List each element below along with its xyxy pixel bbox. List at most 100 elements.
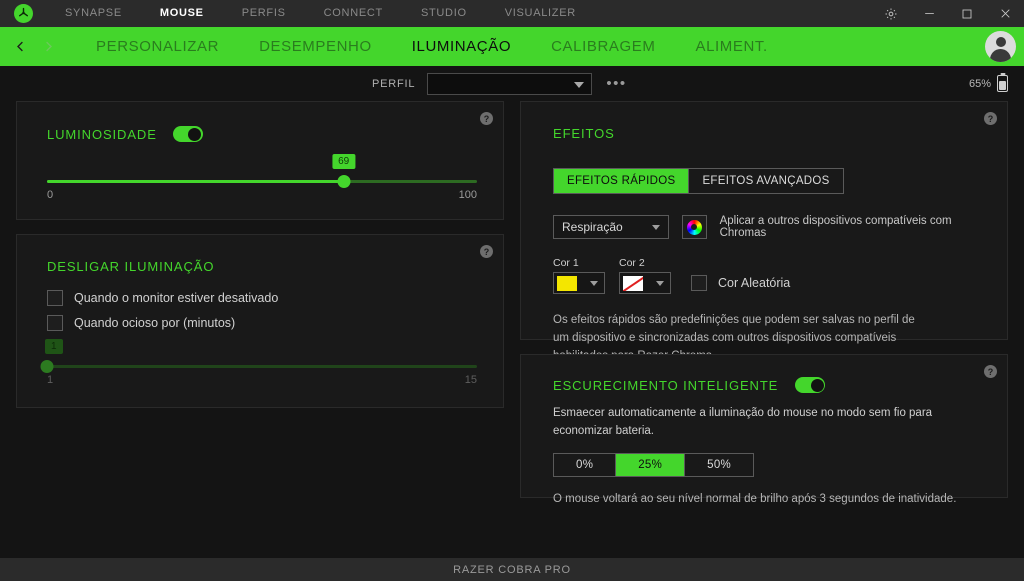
profile-select[interactable]	[427, 72, 593, 95]
smart-dim-levels: 0% 25% 50%	[553, 452, 755, 477]
brightness-max: 100	[458, 189, 477, 201]
toggle-knob	[810, 378, 824, 392]
battery-fill	[999, 80, 1006, 90]
idle-thumb[interactable]	[40, 360, 54, 373]
checkbox-monitor-off-label: Quando o monitor estiver desativado	[74, 291, 279, 305]
random-color-check[interactable]: Cor Aleatória	[691, 275, 790, 291]
help-icon-brightness[interactable]: ?	[480, 112, 493, 125]
chroma-note: Aplicar a outros dispositivos compatívei…	[719, 215, 952, 239]
help-icon-effects[interactable]: ?	[984, 112, 997, 125]
razer-logo-icon	[13, 4, 33, 23]
idle-track[interactable]	[40, 360, 477, 373]
color1-picker[interactable]	[553, 272, 605, 294]
app-logo[interactable]	[0, 4, 46, 23]
maximize-icon[interactable]	[948, 0, 986, 27]
section-nav-bar: PERSONALIZAR DESEMPENHO ILUMINAÇÃO CALIB…	[0, 27, 1024, 68]
chevron-left-icon[interactable]	[6, 27, 34, 66]
profile-more-button[interactable]: •••	[606, 76, 626, 91]
chevron-down-icon	[652, 225, 661, 230]
random-color-box[interactable]	[691, 275, 707, 291]
help-icon-smartdim[interactable]: ?	[984, 365, 997, 378]
brightness-track[interactable]	[47, 175, 477, 188]
brightness-title: LUMINOSIDADE	[47, 126, 157, 142]
avatar-head	[995, 37, 1006, 47]
brightness-header: LUMINOSIDADE	[47, 126, 477, 142]
brightness-panel: ? LUMINOSIDADE 69 0 100	[16, 101, 504, 220]
minimize-icon[interactable]	[910, 0, 948, 27]
color2-picker[interactable]	[619, 272, 671, 294]
turn-off-lighting-panel: ? DESLIGAR ILUMINAÇÃO Quando o monitor e…	[16, 234, 504, 408]
title-bar: SYNAPSE MOUSE PERFIS CONNECT STUDIO VISU…	[0, 0, 1024, 27]
footer-device-name: RAZER COBRA PRO	[0, 558, 1024, 581]
brightness-range-labels: 0 100	[47, 189, 477, 201]
brightness-value-bubble: 69	[332, 154, 356, 169]
profile-bar: PERFIL ••• 65%	[0, 66, 1024, 101]
tab-connect[interactable]: CONNECT	[305, 0, 402, 27]
tab-efeitos-avancados[interactable]: EFEITOS AVANÇADOS	[689, 169, 842, 193]
chevron-right-icon[interactable]	[34, 27, 62, 66]
color1-group: Cor 1	[553, 257, 605, 294]
help-icon-turnoff[interactable]: ?	[480, 245, 493, 258]
brightness-thumb[interactable]	[337, 175, 351, 188]
effects-mode-tabs: EFEITOS RÁPIDOS EFEITOS AVANÇADOS	[553, 168, 844, 194]
tab-iluminacao[interactable]: ILUMINAÇÃO	[392, 27, 531, 66]
effects-panel: ? EFEITOS EFEITOS RÁPIDOS EFEITOS AVANÇA…	[520, 101, 1008, 362]
tab-efeitos-rapidos[interactable]: EFEITOS RÁPIDOS	[554, 169, 690, 193]
close-icon[interactable]	[986, 0, 1024, 27]
color1-label: Cor 1	[553, 257, 579, 269]
tab-synapse[interactable]: SYNAPSE	[46, 0, 141, 27]
profile-label: PERFIL	[372, 77, 416, 90]
smart-dim-description: Esmaecer automaticamente a iluminação do…	[553, 407, 933, 437]
tab-studio[interactable]: STUDIO	[402, 0, 486, 27]
brightness-fill	[47, 180, 344, 183]
idle-minutes-slider[interactable]: 1 1 15	[40, 339, 477, 386]
checkbox-idle[interactable]: Quando ocioso por (minutos)	[47, 315, 477, 331]
tab-desempenho[interactable]: DESEMPENHO	[239, 27, 392, 66]
main-content: ? LUMINOSIDADE 69 0 100 ? DESLIGAR ILUMI…	[0, 101, 1024, 558]
window-controls	[872, 0, 1024, 27]
checkbox-idle-box[interactable]	[47, 315, 63, 331]
color-row: Cor 1 Cor 2 Cor Aleatória	[553, 257, 981, 294]
smart-dimming-panel: ? ESCURECIMENTO INTELIGENTE Esmaecer aut…	[520, 354, 1008, 505]
left-column: ? LUMINOSIDADE 69 0 100 ? DESLIGAR ILUMI…	[16, 101, 504, 558]
smart-dim-toggle[interactable]	[795, 377, 826, 393]
nav-arrows	[0, 27, 62, 66]
avatar-body	[990, 49, 1011, 62]
color2-swatch-none	[623, 275, 643, 291]
right-column: ? EFEITOS EFEITOS RÁPIDOS EFEITOS AVANÇA…	[520, 101, 1008, 558]
brightness-toggle[interactable]	[172, 126, 203, 142]
chevron-down-icon	[656, 280, 664, 286]
brightness-slider[interactable]: 69 0 100	[47, 154, 477, 201]
checkbox-monitor-off[interactable]: Quando o monitor estiver desativado	[47, 290, 477, 306]
level-50[interactable]: 50%	[685, 454, 753, 476]
primary-tabs: SYNAPSE MOUSE PERFIS CONNECT STUDIO VISU…	[46, 0, 595, 27]
smart-dim-footnote: O mouse voltará ao seu nível normal de b…	[553, 492, 957, 505]
battery-percent: 65%	[968, 77, 991, 90]
tab-visualizer[interactable]: VISUALIZER	[486, 0, 595, 27]
battery-icon	[997, 75, 1008, 92]
color2-group: Cor 2	[619, 257, 671, 294]
idle-max: 15	[464, 374, 477, 386]
settings-gear-icon[interactable]	[872, 0, 910, 27]
effect-row: Respiração Aplicar a outros dispositivos…	[553, 215, 981, 239]
chevron-down-icon	[590, 280, 598, 286]
chevron-down-icon	[574, 81, 585, 88]
idle-value-bubble: 1	[45, 339, 63, 354]
smart-dim-header: ESCURECIMENTO INTELIGENTE	[553, 377, 981, 393]
tab-calibragem[interactable]: CALIBRAGEM	[531, 27, 675, 66]
tab-personalizar[interactable]: PERSONALIZAR	[76, 27, 239, 66]
level-0[interactable]: 0%	[554, 453, 617, 476]
section-tabs: PERSONALIZAR DESEMPENHO ILUMINAÇÃO CALIB…	[76, 27, 788, 66]
color2-label: Cor 2	[619, 257, 645, 269]
checkbox-monitor-off-box[interactable]	[47, 290, 63, 306]
tab-aliment[interactable]: ALIMENT.	[675, 27, 787, 66]
level-25[interactable]: 25%	[616, 453, 686, 476]
brightness-min: 0	[47, 189, 54, 201]
tab-mouse[interactable]: MOUSE	[141, 0, 223, 27]
smart-dim-title: ESCURECIMENTO INTELIGENTE	[553, 377, 779, 393]
effect-select[interactable]: Respiração	[553, 215, 670, 239]
color1-swatch	[557, 275, 577, 291]
tab-perfis[interactable]: PERFIS	[223, 0, 305, 27]
chroma-color-wheel-icon[interactable]	[682, 215, 707, 239]
user-avatar[interactable]	[985, 31, 1016, 62]
